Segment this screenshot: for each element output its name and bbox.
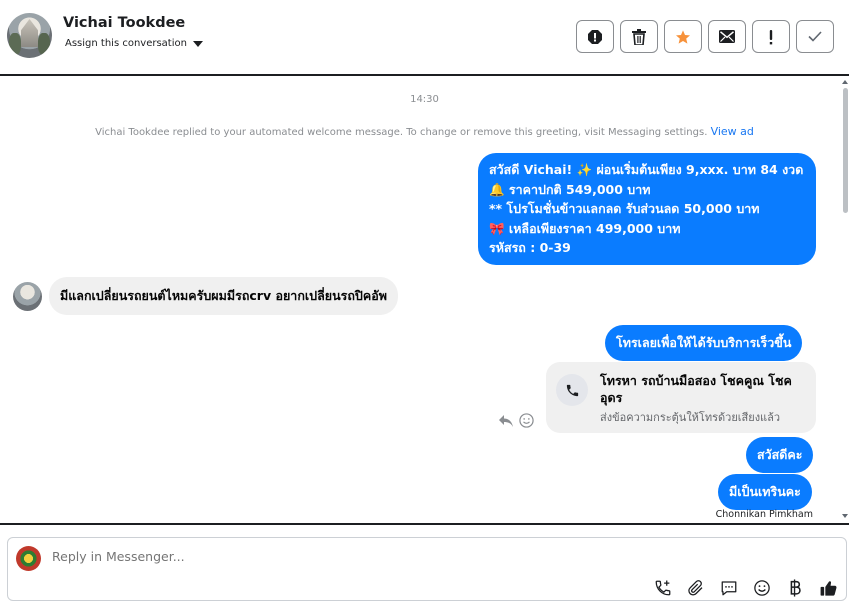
- scroll-down-arrow-icon[interactable]: [842, 514, 848, 518]
- avatar-image-part: [38, 33, 50, 55]
- system-notice-text: Vichai Tookdee replied to your automated…: [95, 127, 708, 138]
- reply-composer: [7, 537, 847, 601]
- incoming-message[interactable]: มีแลกเปลี่ยนรถยนต์ไหมครับผมมีรถcrv อยากเ…: [49, 277, 398, 315]
- spam-icon: [588, 29, 602, 44]
- contact-avatar-small[interactable]: [13, 282, 42, 311]
- important-icon: [769, 29, 773, 44]
- mark-important-button[interactable]: [752, 20, 790, 53]
- mark-unread-button[interactable]: [708, 20, 746, 53]
- scrollbar-thumb[interactable]: [843, 88, 848, 213]
- promo-line: ** โปรโมชั่นข้าวแลกลด รับส่วนลด 50,000 บ…: [489, 201, 760, 216]
- promo-line: 🎀 เหลือเพียงราคา 499,000 บาท: [489, 220, 681, 236]
- header-actions: [576, 20, 834, 53]
- avatar-image-part: [9, 33, 21, 55]
- outgoing-message-hello[interactable]: สวัสดีคะ: [746, 437, 814, 473]
- contact-name[interactable]: Vichai Tookdee: [63, 15, 185, 31]
- avatar-image-part: [21, 19, 38, 47]
- assign-label: Assign this conversation: [65, 38, 187, 49]
- thumbs-up-icon[interactable]: [818, 578, 838, 598]
- system-notice: Vichai Tookdee replied to your automated…: [0, 125, 849, 138]
- page-avatar: [16, 546, 41, 571]
- message-thread[interactable]: 14:30 Vichai Tookdee replied to your aut…: [0, 78, 849, 523]
- call-card-subtitle: ส่งข้อความกระตุ้นให้โทรด้วยเสียงแล้ว: [600, 411, 781, 424]
- star-icon: [676, 29, 690, 44]
- promo-line: สวัสดี Vichai! ✨ ผ่อนเริ่มต้นเพียง 9,xxx…: [489, 162, 804, 177]
- view-ad-link[interactable]: View ad: [711, 125, 754, 138]
- emoji-icon[interactable]: [752, 578, 772, 598]
- delete-button[interactable]: [620, 20, 658, 53]
- check-icon: [808, 31, 822, 42]
- phone-icon: [556, 374, 588, 406]
- reply-icon[interactable]: [498, 414, 514, 428]
- message-timestamp: 14:30: [410, 94, 439, 105]
- thread-scrollbar[interactable]: [842, 78, 849, 523]
- star-button[interactable]: [664, 20, 702, 53]
- assign-conversation-dropdown[interactable]: Assign this conversation: [65, 38, 203, 49]
- sender-name: Chonnikan Pimkham: [715, 509, 813, 520]
- trash-icon: [632, 28, 646, 45]
- outgoing-message-promo[interactable]: สวัสดี Vichai! ✨ ผ่อนเริ่มต้นเพียง 9,xxx…: [478, 153, 816, 265]
- conversation-header: Vichai Tookdee Assign this conversation: [0, 0, 849, 76]
- chevron-down-icon: [192, 40, 203, 47]
- reply-input[interactable]: [52, 549, 652, 564]
- call-request-card[interactable]: โทรหา รถบ้านมือสอง โชคคูณ โชคอุดร ส่งข้อ…: [546, 362, 816, 433]
- message-hover-actions: [498, 413, 534, 428]
- mark-done-button[interactable]: [796, 20, 834, 53]
- promo-line: รหัสรถ : 0-39: [489, 240, 571, 255]
- baht-icon[interactable]: [785, 578, 805, 598]
- mail-icon: [719, 30, 735, 43]
- promo-line: 🔔 ราคาปกติ 549,000 บาท: [489, 181, 651, 197]
- contact-avatar[interactable]: [7, 13, 52, 58]
- saved-reply-icon[interactable]: [719, 578, 739, 598]
- composer-tools: [653, 578, 838, 598]
- composer-divider: [0, 523, 849, 525]
- outgoing-message-call-cta[interactable]: โทรเลยเพื่อให้ได้รับบริการเร็วขึ้น: [605, 325, 803, 361]
- mark-spam-button[interactable]: [576, 20, 614, 53]
- call-card-title: โทรหา รถบ้านมือสอง โชคคูณ โชคอุดร: [600, 373, 792, 405]
- attach-icon[interactable]: [686, 578, 706, 598]
- react-emoji-icon[interactable]: [519, 413, 534, 428]
- outgoing-message-installment[interactable]: มีเป็นเทรินคะ: [718, 474, 812, 510]
- call-add-icon[interactable]: [653, 578, 673, 598]
- scroll-up-arrow-icon[interactable]: [842, 80, 848, 84]
